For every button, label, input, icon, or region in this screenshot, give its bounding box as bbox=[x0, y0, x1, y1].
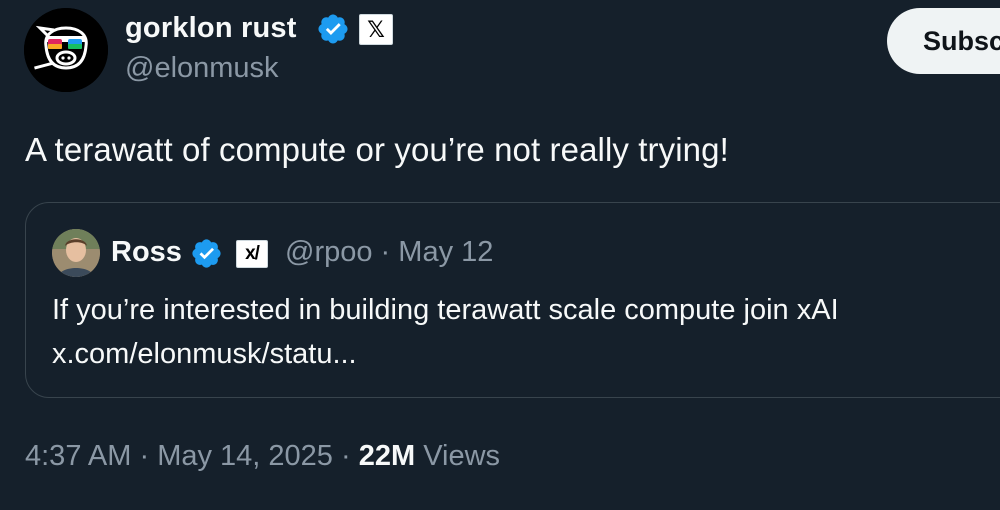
meta-separator: · bbox=[380, 236, 391, 268]
quote-text-line: If you’re interested in building terawat… bbox=[52, 294, 839, 326]
author-avatar[interactable] bbox=[24, 8, 108, 92]
tweet-footer: 4:37 AM · May 14, 2025 · 22M Views bbox=[25, 440, 500, 473]
quote-author-handle[interactable]: @rpoo bbox=[285, 236, 372, 268]
quote-author-avatar[interactable] bbox=[52, 229, 100, 277]
views-label: Views bbox=[423, 440, 501, 472]
quote-author-name[interactable]: Ross bbox=[111, 236, 182, 269]
tweet-date[interactable]: May 14, 2025 bbox=[157, 440, 333, 472]
quote-date[interactable]: May 12 bbox=[398, 236, 493, 268]
tweet-text: A terawatt of compute or you’re not real… bbox=[25, 131, 729, 168]
tweet-detail: gorklon rust 𝕏 @elonmusk Subscribe A ter… bbox=[0, 0, 1000, 510]
author-handle[interactable]: @elonmusk bbox=[125, 52, 279, 85]
person-photo-icon bbox=[52, 229, 100, 277]
author-display-name[interactable]: gorklon rust bbox=[125, 12, 297, 45]
verified-badge-icon bbox=[192, 239, 221, 268]
xai-logo-icon[interactable]: x/ bbox=[236, 240, 268, 268]
pig-sunglasses-avatar-icon bbox=[24, 8, 108, 92]
x-logo-icon[interactable]: 𝕏 bbox=[359, 14, 393, 45]
views-count[interactable]: 22M bbox=[359, 440, 415, 472]
tweet-time[interactable]: 4:37 AM bbox=[25, 440, 131, 472]
footer-separator: · bbox=[139, 440, 150, 472]
footer-separator: · bbox=[341, 440, 351, 472]
quote-meta: @rpoo · May 12 bbox=[285, 236, 493, 269]
quote-link[interactable]: x.com/elonmusk/statu... bbox=[52, 332, 992, 376]
quote-text: If you’re interested in building terawat… bbox=[52, 288, 992, 376]
subscribe-button[interactable]: Subscribe bbox=[887, 8, 1000, 74]
verified-badge-icon bbox=[318, 14, 348, 44]
